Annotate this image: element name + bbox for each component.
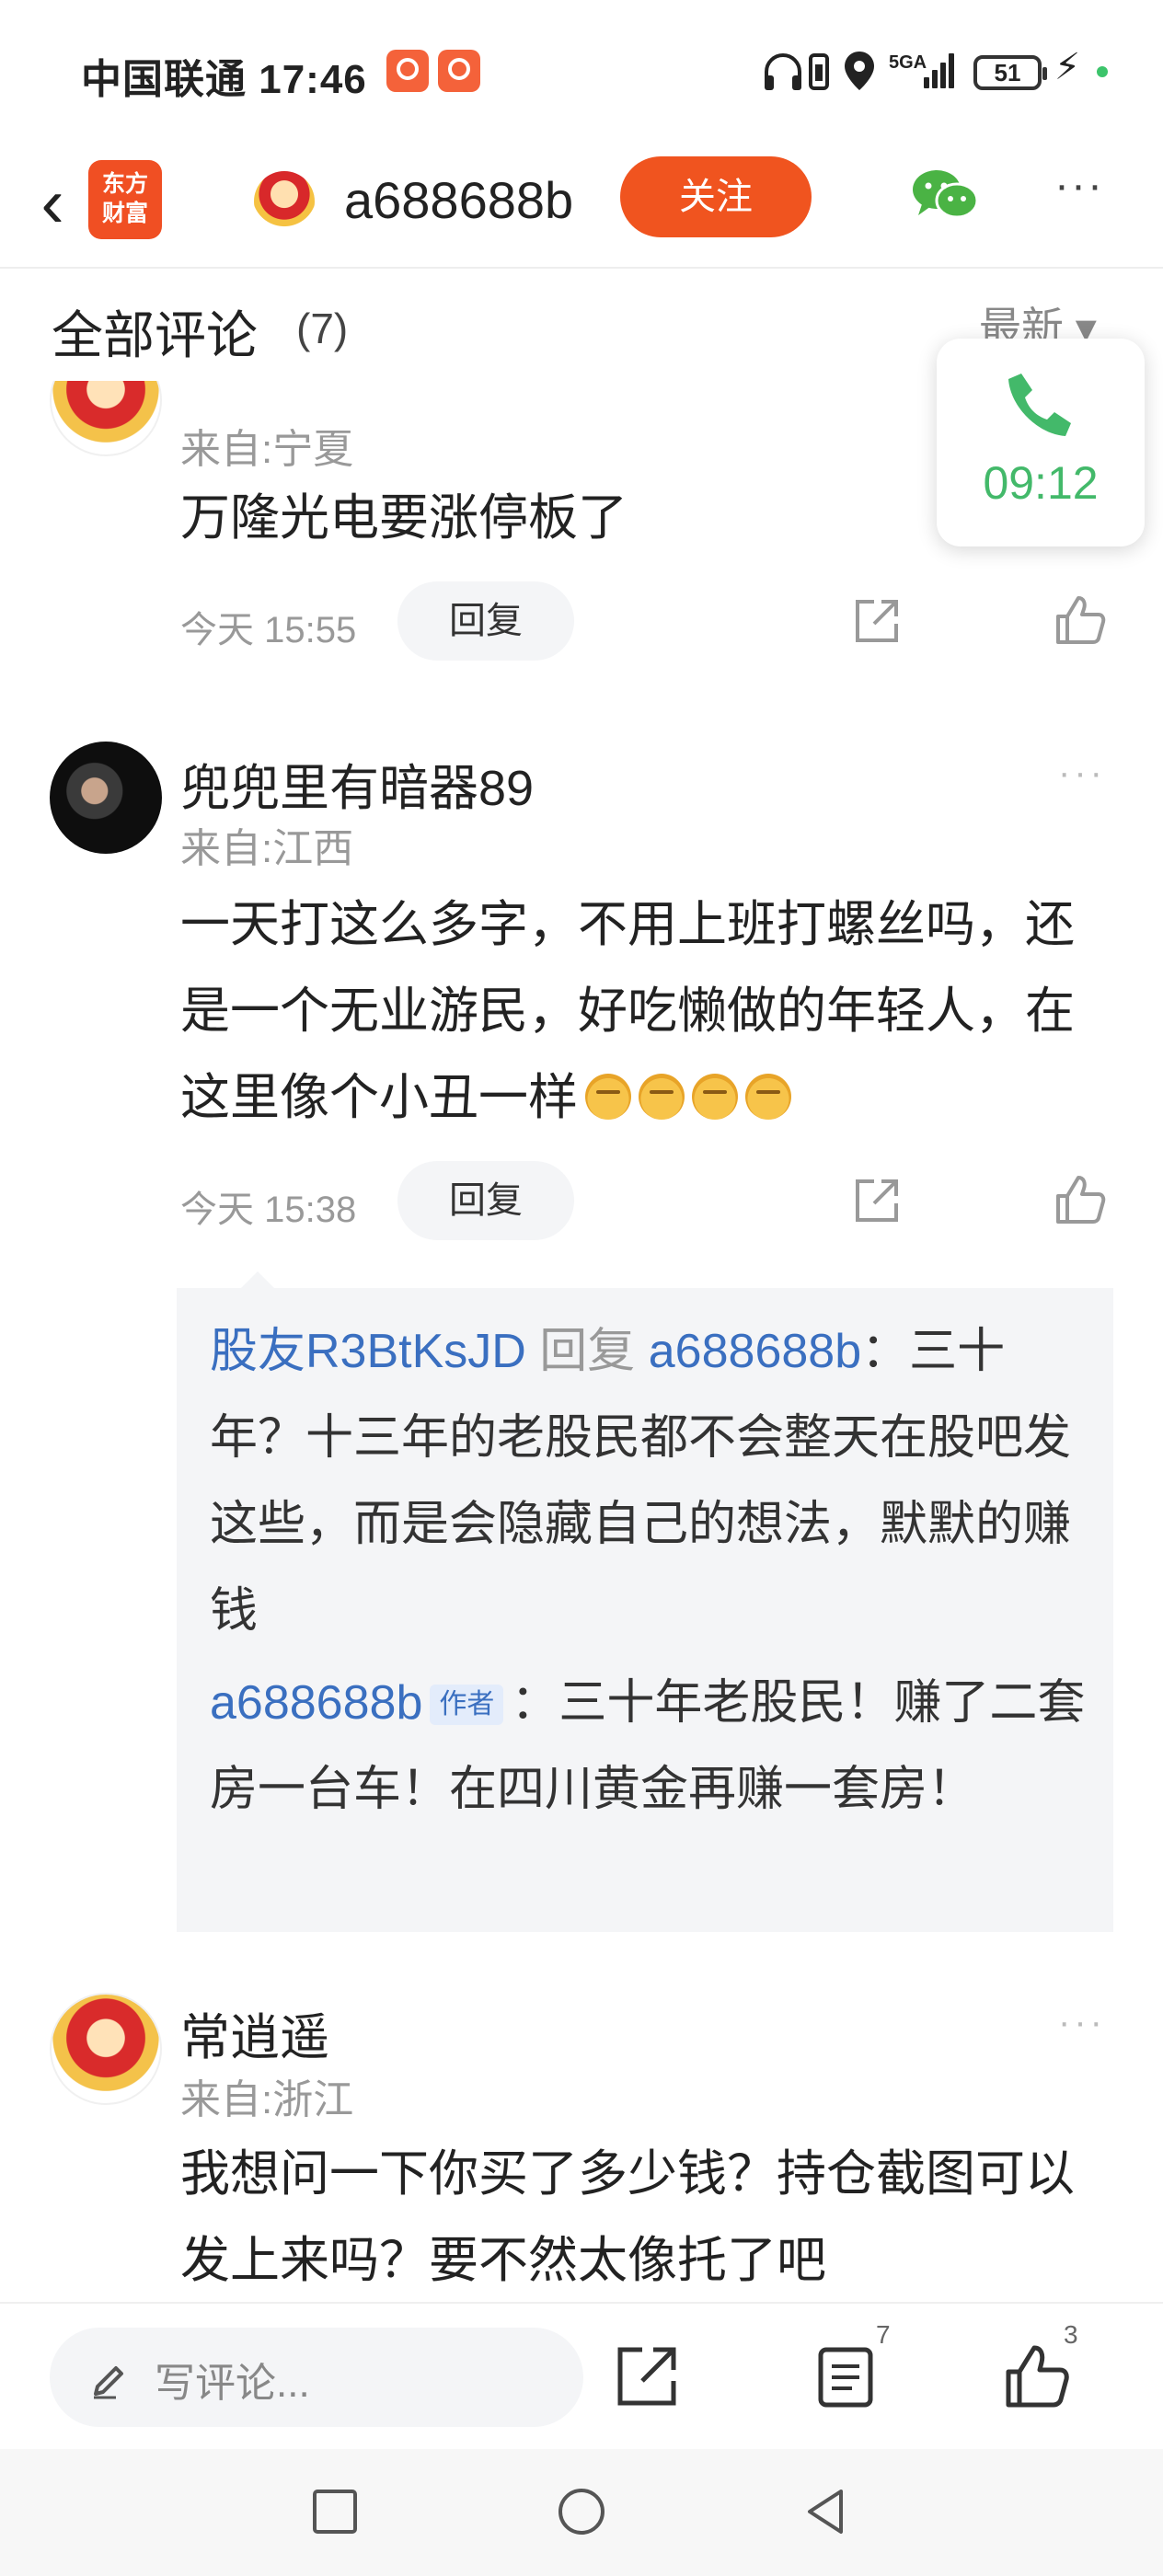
input-placeholder: 写评论... <box>155 2361 310 2406</box>
comment-input[interactable]: 写评论... <box>50 2328 583 2427</box>
comment-location: 来自:宁夏 <box>180 427 354 472</box>
like-icon[interactable] <box>1001 2340 1073 2412</box>
grimace-emoji-icon <box>692 1074 738 1120</box>
host-name[interactable]: a688688b <box>344 166 573 236</box>
reply-item[interactable]: a688688b 作者 ：三十年老股民！赚了二套房一台车！在四川黄金再赚一套房！ <box>210 1660 1093 1833</box>
phone-icon <box>1008 374 1071 436</box>
signal-icon <box>924 53 959 88</box>
home-button[interactable] <box>556 2486 607 2537</box>
like-icon[interactable] <box>1053 592 1108 648</box>
reply-action: 回复 <box>539 1325 636 1378</box>
commenter-name[interactable]: 常逍遥 <box>180 1996 329 2069</box>
bottom-action-bar: 写评论... 7 3 <box>0 2302 1163 2449</box>
reply-arrow <box>241 1271 274 1288</box>
status-bar: 中国联通 17:46 5GA 51 ⚡ <box>0 0 1163 147</box>
charging-icon: ⚡ <box>1054 47 1081 87</box>
call-timer: 09:12 <box>983 457 1099 509</box>
brand-logo: 东方 财富 <box>88 160 162 239</box>
app-notification-icon <box>438 50 480 92</box>
more-options-button[interactable]: ··· <box>1038 164 1121 223</box>
comment-time: 今天 15:55 <box>180 610 357 650</box>
reply-author[interactable]: 股友R3BtKsJD <box>210 1325 526 1378</box>
app-notification-icon <box>386 50 429 92</box>
back-button[interactable]: ‹ <box>20 164 85 247</box>
comment-list[interactable]: 来自:宁夏 万隆光电要涨停板了 今天 15:55 回复 兜兜里有暗器89 ···… <box>0 269 1163 2302</box>
comment-time: 今天 15:38 <box>180 1190 357 1230</box>
call-float-window[interactable]: 09:12 <box>937 339 1145 546</box>
author-badge: 作者 <box>430 1685 504 1725</box>
comment-content[interactable]: 我想问一下你买了多少钱？持仓截图可以发上来吗？要不然太像托了吧 <box>180 2131 1110 2302</box>
comment-more-button[interactable]: ··· <box>1058 2002 1106 2043</box>
reply-button[interactable]: 回复 <box>397 1161 574 1240</box>
comment-content[interactable]: 一天打这么多字，不用上班打螺丝吗，还是一个无业游民，好吃懒做的年轻人，在这里像个… <box>180 881 1110 1141</box>
reply-author[interactable]: a688688b <box>210 1676 422 1730</box>
comment-location: 来自:浙江 <box>180 2077 354 2122</box>
battery-icon: 51 <box>973 55 1047 90</box>
share-icon[interactable] <box>850 594 904 648</box>
comment-count: 7 <box>876 2320 891 2349</box>
pencil-icon <box>94 2366 123 2399</box>
network-type: 5GA <box>889 52 927 73</box>
commenter-avatar[interactable] <box>50 742 162 854</box>
reply-target[interactable]: a688688b <box>649 1325 861 1378</box>
vibrate-icon <box>809 53 829 90</box>
recents-button[interactable] <box>309 2486 361 2537</box>
like-icon[interactable] <box>1053 1172 1108 1227</box>
location-icon <box>845 52 874 90</box>
reply-thread: 股友R3BtKsJD 回复 a688688b：三十年？十三年的老股民都不会整天在… <box>177 1288 1113 1932</box>
back-nav-button[interactable] <box>800 2486 852 2537</box>
wechat-share-icon[interactable] <box>911 167 981 223</box>
reply-button[interactable]: 回复 <box>397 581 574 661</box>
comments-icon[interactable] <box>810 2340 881 2412</box>
carrier-time: 中国联通 17:46 <box>81 57 367 102</box>
nav-bar: ‹ 东方 财富 a688688b 关注 ··· <box>0 147 1163 269</box>
comments-count: (7) <box>296 305 349 352</box>
follow-button[interactable]: 关注 <box>620 156 812 237</box>
reply-item[interactable]: 股友R3BtKsJD 回复 a688688b：三十年？十三年的老股民都不会整天在… <box>210 1308 1093 1654</box>
share-icon[interactable] <box>611 2340 683 2412</box>
comment-location: 来自:江西 <box>180 826 354 871</box>
like-count: 3 <box>1064 2320 1078 2349</box>
commenter-name[interactable]: 兜兜里有暗器89 <box>180 747 534 820</box>
grimace-emoji-icon <box>745 1074 791 1120</box>
grimace-emoji-icon <box>585 1074 631 1120</box>
share-icon[interactable] <box>850 1174 904 1227</box>
grimace-emoji-icon <box>639 1074 685 1120</box>
comments-title: 全部评论 <box>52 306 258 364</box>
commenter-avatar[interactable] <box>50 1993 162 2105</box>
headphones-icon <box>765 53 801 90</box>
privacy-dot <box>1097 66 1108 77</box>
host-avatar[interactable] <box>254 171 315 232</box>
comment-more-button[interactable]: ··· <box>1058 753 1106 794</box>
system-nav-bar <box>0 2449 1163 2576</box>
